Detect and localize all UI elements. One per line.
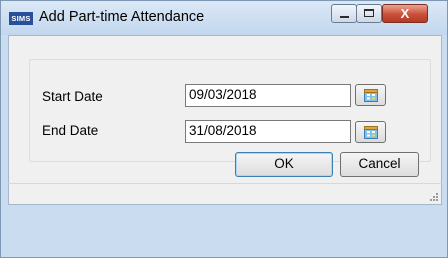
dialog-window: SIMS Add Part-time Attendance X Start Da… bbox=[0, 0, 448, 258]
maximize-icon bbox=[364, 9, 374, 17]
minimize-button[interactable] bbox=[331, 4, 357, 23]
cancel-button[interactable]: Cancel bbox=[340, 152, 419, 177]
date-groupbox bbox=[29, 59, 431, 162]
resize-grip-icon[interactable] bbox=[429, 192, 439, 202]
sims-app-icon: SIMS bbox=[9, 12, 33, 25]
end-date-label: End Date bbox=[42, 123, 99, 138]
calendar-icon bbox=[364, 89, 378, 102]
maximize-button[interactable] bbox=[356, 4, 382, 23]
start-date-label: Start Date bbox=[42, 89, 103, 104]
start-date-calendar-button[interactable] bbox=[355, 84, 386, 106]
minimize-icon bbox=[340, 16, 349, 18]
status-bar bbox=[8, 183, 442, 205]
window-title: Add Part-time Attendance bbox=[39, 9, 205, 25]
end-date-calendar-button[interactable] bbox=[355, 121, 386, 143]
calendar-icon bbox=[364, 126, 378, 139]
close-button[interactable]: X bbox=[382, 4, 428, 23]
ok-button[interactable]: OK bbox=[235, 152, 333, 177]
close-icon: X bbox=[400, 6, 410, 21]
title-bar[interactable]: SIMS Add Part-time Attendance X bbox=[1, 1, 447, 35]
start-date-field[interactable]: 09/03/2018 bbox=[185, 84, 351, 107]
end-date-field[interactable]: 31/08/2018 bbox=[185, 120, 351, 143]
